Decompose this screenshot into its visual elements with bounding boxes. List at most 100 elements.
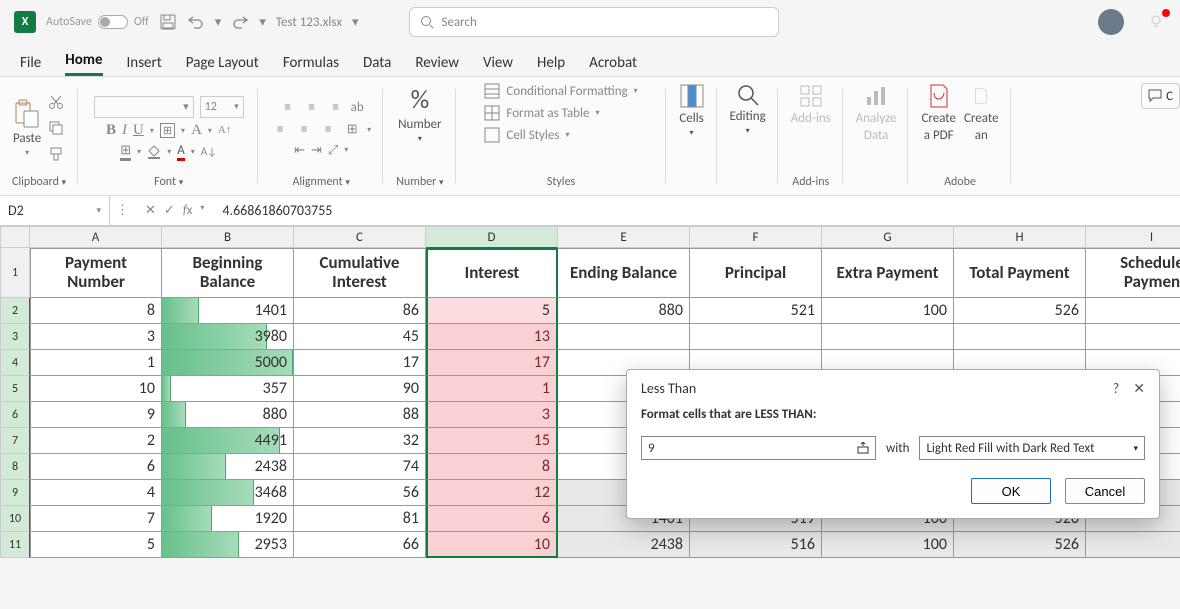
merge-icon[interactable]: ⊞ <box>343 121 361 139</box>
cell-I2[interactable] <box>1086 298 1180 324</box>
colhdr-F[interactable]: F <box>690 226 822 248</box>
fx-icon[interactable]: fx <box>183 203 193 218</box>
cell-C3[interactable]: 45 <box>294 324 426 350</box>
hdr-D[interactable]: Interest <box>426 248 558 298</box>
align-top[interactable]: ≡ <box>279 99 297 117</box>
paste-button[interactable]: Paste ▾ <box>13 99 41 158</box>
cell-A4[interactable]: 1 <box>30 350 162 376</box>
bold-button[interactable]: B <box>106 122 116 139</box>
cell-E3[interactable] <box>558 324 690 350</box>
colhdr-D[interactable]: D <box>426 226 558 248</box>
cell-C9[interactable]: 56 <box>294 480 426 506</box>
tab-review[interactable]: Review <box>415 54 459 76</box>
comments-button[interactable]: C <box>1141 83 1180 109</box>
cell-A10[interactable]: 7 <box>30 506 162 532</box>
cell-I11[interactable] <box>1086 532 1180 558</box>
editing-button[interactable]: Editing ▾ <box>730 83 766 136</box>
cell-E2[interactable]: 880 <box>558 298 690 324</box>
cell-G3[interactable] <box>822 324 954 350</box>
colhdr-C[interactable]: C <box>294 226 426 248</box>
rowhdr[interactable]: 10 <box>0 506 30 532</box>
cell-H11[interactable]: 526 <box>954 532 1086 558</box>
tab-insert[interactable]: Insert <box>127 54 162 76</box>
hdr-I[interactable]: Schedule Paymen <box>1086 248 1180 298</box>
select-all[interactable] <box>0 226 30 248</box>
cancel-button[interactable]: Cancel <box>1065 478 1145 504</box>
tab-formulas[interactable]: Formulas <box>283 54 339 76</box>
rowhdr-1[interactable]: 1 <box>0 248 30 298</box>
cell-styles[interactable]: Cell Styles▾ <box>484 127 569 143</box>
cell-D5[interactable]: 1 <box>426 376 558 402</box>
align-mid[interactable]: ≡ <box>303 99 321 117</box>
cell-B8[interactable]: 2438 <box>162 454 294 480</box>
cell-A7[interactable]: 2 <box>30 428 162 454</box>
autosave-toggle[interactable]: AutoSave Off <box>46 15 149 29</box>
cell-F3[interactable] <box>690 324 822 350</box>
cell-D2[interactable]: 5 <box>426 298 558 324</box>
toggle-switch[interactable] <box>98 15 128 29</box>
align-bot[interactable]: ≡ <box>327 99 345 117</box>
colhdr-I[interactable]: I <box>1086 226 1180 248</box>
cell-F2[interactable]: 521 <box>690 298 822 324</box>
cell-G2[interactable]: 100 <box>822 298 954 324</box>
colhdr-A[interactable]: A <box>30 226 162 248</box>
conditional-formatting[interactable]: Conditional Formatting▾ <box>484 83 637 99</box>
cell-C11[interactable]: 66 <box>294 532 426 558</box>
cell-B7[interactable]: 4491 <box>162 428 294 454</box>
help-icon[interactable]: ? <box>1113 380 1120 397</box>
rowhdr[interactable]: 2 <box>0 298 30 324</box>
rowhdr[interactable]: 9 <box>0 480 30 506</box>
hdr-C[interactable]: Cumulative Interest <box>294 248 426 298</box>
tab-acrobat[interactable]: Acrobat <box>589 54 637 76</box>
cell-B6[interactable]: 880 <box>162 402 294 428</box>
cell-C10[interactable]: 81 <box>294 506 426 532</box>
cell-A5[interactable]: 10 <box>30 376 162 402</box>
rowhdr[interactable]: 6 <box>0 402 30 428</box>
cancel-formula[interactable]: ✕ <box>145 203 156 218</box>
cell-A9[interactable]: 4 <box>30 480 162 506</box>
cells-button[interactable]: Cells ▾ <box>679 83 705 138</box>
addins-button[interactable]: Add-ins <box>791 83 831 126</box>
rowhdr[interactable]: 4 <box>0 350 30 376</box>
font-size[interactable]: 12▾ <box>200 96 244 118</box>
cell-D6[interactable]: 3 <box>426 402 558 428</box>
border-button[interactable]: ⊞ <box>160 123 175 138</box>
indent-dec[interactable]: ⇤ <box>294 143 305 158</box>
fill-color-icon[interactable] <box>147 145 161 159</box>
format-select[interactable]: Light Red Fill with Dark Red Text ▾ <box>919 436 1145 460</box>
hdr-F[interactable]: Principal <box>690 248 822 298</box>
cell-C7[interactable]: 32 <box>294 428 426 454</box>
cell-C5[interactable]: 90 <box>294 376 426 402</box>
cell-A11[interactable]: 5 <box>30 532 162 558</box>
cell-H3[interactable] <box>954 324 1086 350</box>
font-color-a[interactable]: A <box>191 122 202 139</box>
cell-E11[interactable]: 2438 <box>558 532 690 558</box>
search-input[interactable]: Search <box>409 7 779 37</box>
cell-B4[interactable]: 5000 <box>162 350 294 376</box>
cell-A2[interactable]: 8 <box>30 298 162 324</box>
rowhdr[interactable]: 11 <box>0 532 30 558</box>
copy-icon[interactable] <box>47 119 65 137</box>
cell-D4[interactable]: 17 <box>426 350 558 376</box>
colhdr-B[interactable]: B <box>162 226 294 248</box>
tab-home[interactable]: Home <box>65 51 102 76</box>
threshold-input[interactable]: 9 <box>641 436 876 460</box>
undo-icon[interactable] <box>187 13 205 31</box>
italic-button[interactable]: I <box>122 122 127 139</box>
font-name[interactable]: ▾ <box>94 96 194 118</box>
align-right[interactable]: ≡ <box>319 121 337 139</box>
cell-C8[interactable]: 74 <box>294 454 426 480</box>
cut-icon[interactable] <box>47 93 65 111</box>
cell-B11[interactable]: 2953 <box>162 532 294 558</box>
align-left[interactable]: ≡ <box>271 121 289 139</box>
cell-D9[interactable]: 12 <box>426 480 558 506</box>
redo-icon[interactable] <box>231 13 249 31</box>
format-as-table[interactable]: Format as Table▾ <box>484 105 599 121</box>
cell-C6[interactable]: 88 <box>294 402 426 428</box>
format-painter-icon[interactable] <box>47 145 65 163</box>
cell-A3[interactable]: 3 <box>30 324 162 350</box>
avatar[interactable] <box>1098 9 1124 35</box>
colhdr-E[interactable]: E <box>558 226 690 248</box>
font-size-down[interactable]: A↓ <box>201 145 217 158</box>
lightbulb-icon[interactable] <box>1148 13 1166 31</box>
